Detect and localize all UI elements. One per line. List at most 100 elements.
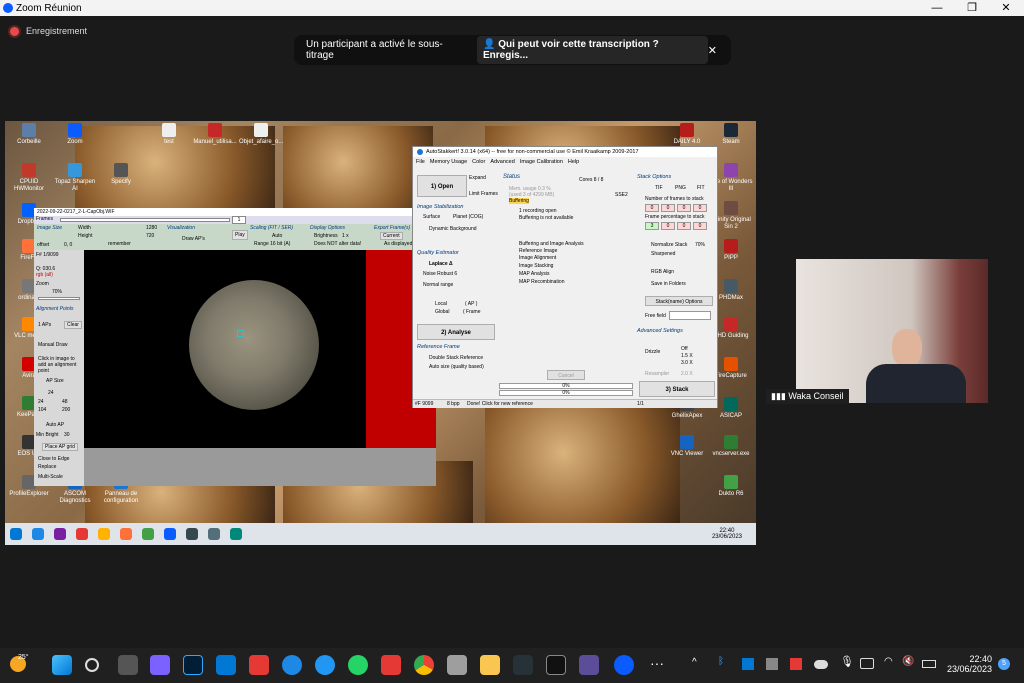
zoom-slider[interactable] xyxy=(38,297,80,300)
menu-color[interactable]: Color xyxy=(472,159,485,165)
remote-zoom-icon[interactable] xyxy=(164,528,176,540)
outlook-icon[interactable] xyxy=(216,655,236,675)
auto-size-checkbox[interactable]: Auto size (quality based) xyxy=(429,364,484,370)
alignment-point-marker[interactable] xyxy=(237,330,244,337)
play-button[interactable]: Play xyxy=(232,230,248,240)
whatsapp-icon[interactable] xyxy=(348,655,368,675)
notification-badge[interactable]: 5 xyxy=(998,658,1010,670)
rgb-align-checkbox[interactable]: RGB Align xyxy=(651,269,674,275)
menu-image-calibration[interactable]: Image Calibration xyxy=(520,159,563,165)
menu-memory-usage[interactable]: Memory Usage xyxy=(430,159,467,165)
pct-input-4[interactable]: 0 xyxy=(693,222,707,230)
minimize-button[interactable]: — xyxy=(920,0,954,16)
drizzle-3x-radio[interactable]: 3.0 X xyxy=(681,360,693,366)
maximize-button[interactable]: ❐ xyxy=(955,0,989,16)
desktop-icon-vnc-viewer[interactable]: VNC Viewer xyxy=(665,435,709,458)
image-canvas[interactable] xyxy=(84,250,436,448)
desktop-icon-steam[interactable]: Steam xyxy=(709,123,753,146)
battery-icon[interactable] xyxy=(922,660,936,668)
dynamic-background-checkbox[interactable]: Dynamic Background xyxy=(429,226,477,232)
sharpened-checkbox[interactable]: Sharpened xyxy=(651,251,675,257)
start-icon[interactable] xyxy=(52,655,72,675)
close-window-button[interactable]: ✕ xyxy=(989,0,1023,16)
expand-label[interactable]: Expand xyxy=(469,175,486,181)
security-icon[interactable] xyxy=(249,655,269,675)
stackname-options-button[interactable]: Stack(name) Options xyxy=(645,296,713,306)
desktop-icon-zoom[interactable]: Zoom xyxy=(53,123,97,146)
task-view-icon[interactable] xyxy=(118,655,138,675)
remote-edge-icon[interactable] xyxy=(32,528,44,540)
desktop-icon-corbeille[interactable]: Corbeille xyxy=(7,123,51,146)
analyse-button[interactable]: 2) Analyse xyxy=(417,324,495,340)
menu-help[interactable]: Help xyxy=(568,159,579,165)
pct-input-1[interactable]: 3 xyxy=(645,222,659,230)
system-clock[interactable]: 22:40 23/06/2023 xyxy=(944,654,992,674)
format-fit-radio[interactable]: FIT xyxy=(697,185,705,191)
onedrive-icon[interactable] xyxy=(814,660,828,669)
remote-start-icon[interactable] xyxy=(10,528,22,540)
ap-size-104-radio[interactable]: 104 xyxy=(38,407,46,413)
place-ap-grid-button[interactable]: Place AP grid xyxy=(42,443,78,451)
num-frames-input-1[interactable]: 0 xyxy=(645,204,659,212)
double-stack-checkbox[interactable]: Double Stack Reference xyxy=(429,355,483,361)
tray-app-icon[interactable] xyxy=(766,658,778,670)
snipping-icon[interactable] xyxy=(447,655,467,675)
zoom-taskbar-icon[interactable] xyxy=(614,655,634,675)
global-radio[interactable]: Global xyxy=(435,309,449,315)
photoshop-icon[interactable] xyxy=(183,655,203,675)
normalize-stack-checkbox[interactable]: Normalize Stack xyxy=(651,242,687,248)
width-value[interactable]: 1280 xyxy=(146,225,157,231)
drizzle-off-radio[interactable]: Off xyxy=(681,346,688,352)
remote-app2-icon[interactable] xyxy=(76,528,88,540)
chrome-icon[interactable] xyxy=(414,655,434,675)
close-banner-button[interactable]: ✕ xyxy=(708,44,717,57)
drizzle-1.5x-radio[interactable]: 1.5 X xyxy=(681,353,693,359)
laplace-checkbox[interactable]: Laplace Δ xyxy=(429,261,453,267)
surface-radio[interactable]: Surface xyxy=(423,214,440,220)
close-edge-checkbox[interactable]: Close to Edge xyxy=(38,456,69,462)
remote-app4-icon[interactable] xyxy=(208,528,220,540)
status-message[interactable]: Done! Click for new reference xyxy=(467,401,533,407)
more-apps-icon[interactable]: ··· xyxy=(650,655,664,671)
desktop-icon-test[interactable]: test xyxy=(147,123,191,146)
tray-chevron-icon[interactable]: ^ xyxy=(692,657,697,668)
format-png-radio[interactable]: PNG xyxy=(675,185,686,191)
frame-slider[interactable] xyxy=(60,218,230,222)
edge-icon[interactable] xyxy=(282,655,302,675)
wifi-icon[interactable]: ◠ xyxy=(884,656,893,667)
remote-autostakkert-icon[interactable] xyxy=(186,528,198,540)
desktop-icon-manuel[interactable]: Manuel_utilisa... xyxy=(193,123,237,146)
microphone-icon[interactable]: 🎙 xyxy=(840,655,854,668)
file-explorer-icon[interactable] xyxy=(480,655,500,675)
num-frames-input-3[interactable]: 0 xyxy=(677,204,691,212)
desktop-icon-topaz[interactable]: Topaz Sharpen AI xyxy=(53,163,97,193)
ap-size-24-radio[interactable]: 24 xyxy=(38,399,44,405)
auto-checkbox[interactable]: Auto xyxy=(272,233,282,239)
search-icon[interactable] xyxy=(85,658,99,672)
ap-size-value[interactable]: 24 xyxy=(48,390,54,396)
resampler-option[interactable]: 2.0 X xyxy=(681,371,693,377)
draw-aps-checkbox[interactable]: Draw AP's xyxy=(182,236,205,242)
app3-icon[interactable] xyxy=(546,655,566,675)
transcript-visibility-link[interactable]: 👤 Qui peut voir cette transcription ? En… xyxy=(476,36,708,64)
normalize-value[interactable]: 70% xyxy=(695,242,705,248)
save-in-folders-checkbox[interactable]: Save in Folders xyxy=(651,281,686,287)
num-frames-input-2[interactable]: 0 xyxy=(661,204,675,212)
outlook-tray-icon[interactable] xyxy=(742,658,754,670)
ap-size-48-radio[interactable]: 48 xyxy=(62,399,68,405)
open-button[interactable]: 1) Open xyxy=(417,175,467,197)
ap-size-200-radio[interactable]: 200 xyxy=(62,407,70,413)
cancel-button[interactable]: Cancel xyxy=(547,370,585,380)
manual-draw-checkbox[interactable]: Manual Draw xyxy=(38,342,67,348)
height-value[interactable]: 720 xyxy=(146,233,154,239)
display-icon[interactable] xyxy=(860,658,874,669)
frame-number-input[interactable]: 1 xyxy=(232,216,246,224)
free-field-input[interactable] xyxy=(669,311,711,320)
app-icon[interactable] xyxy=(315,655,335,675)
remote-app-icon[interactable] xyxy=(54,528,66,540)
remote-app3-icon[interactable] xyxy=(98,528,110,540)
remote-chrome-icon[interactable] xyxy=(142,528,154,540)
format-tif-radio[interactable]: TIF xyxy=(655,185,663,191)
replace-checkbox[interactable]: Replace xyxy=(38,464,56,470)
desktop-icon-cpuid[interactable]: CPUID HWMonitor xyxy=(7,163,51,193)
